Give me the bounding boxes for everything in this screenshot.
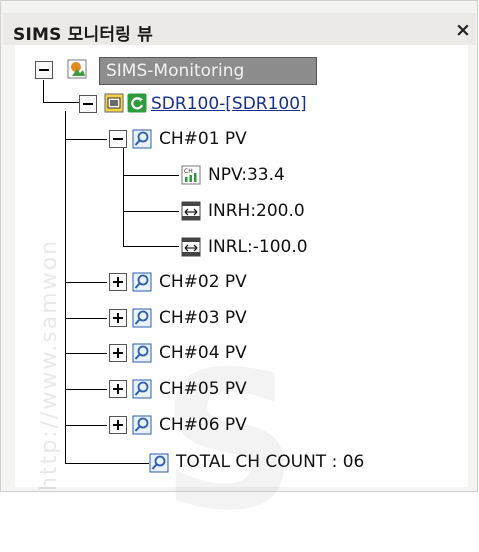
channel-label[interactable]: CH#02 PV bbox=[159, 272, 247, 292]
tree-line bbox=[43, 102, 79, 103]
expand-ch06-button[interactable] bbox=[109, 416, 127, 434]
channel-search-icon bbox=[132, 308, 152, 328]
tree-line bbox=[123, 175, 179, 176]
monitor-root-icon bbox=[67, 59, 87, 79]
tree-line bbox=[65, 353, 107, 354]
tree-line bbox=[65, 389, 107, 390]
collapse-ch01-button[interactable] bbox=[109, 130, 127, 148]
tree-line bbox=[65, 463, 149, 464]
channel-label[interactable]: CH#03 PV bbox=[159, 308, 247, 328]
refresh-icon[interactable] bbox=[127, 93, 147, 113]
range-icon bbox=[181, 201, 201, 221]
channel-label[interactable]: CH#05 PV bbox=[159, 379, 247, 399]
chart-icon: CH bbox=[181, 165, 201, 185]
tree-line bbox=[123, 148, 124, 246]
channel-search-icon bbox=[132, 343, 152, 363]
channel-search-icon bbox=[132, 272, 152, 292]
collapse-root-button[interactable] bbox=[35, 61, 53, 79]
device-icon bbox=[104, 93, 124, 113]
device-node-label[interactable]: SDR100-[SDR100] bbox=[151, 94, 307, 114]
channel-label[interactable]: CH#06 PV bbox=[159, 415, 247, 435]
svg-text:CH: CH bbox=[184, 168, 193, 175]
channel-search-icon bbox=[132, 415, 152, 435]
expand-ch02-button[interactable] bbox=[109, 273, 127, 291]
root-node-label: SIMS-Monitoring bbox=[106, 61, 245, 81]
watermark-logo: S bbox=[161, 331, 298, 552]
npv-value-label[interactable]: NPV:33.4 bbox=[208, 165, 285, 185]
collapse-device-button[interactable] bbox=[79, 95, 97, 113]
tree-line bbox=[123, 211, 179, 212]
tree-line bbox=[65, 282, 107, 283]
expand-ch03-button[interactable] bbox=[109, 309, 127, 327]
root-node-selected[interactable]: SIMS-Monitoring bbox=[99, 57, 317, 85]
monitoring-panel: SIMS 모니터링 뷰 × http://www.samwon S SIMS-M… bbox=[0, 0, 478, 552]
expand-ch05-button[interactable] bbox=[109, 380, 127, 398]
tree-line bbox=[123, 246, 179, 247]
channel-search-icon bbox=[132, 129, 152, 149]
panel-titlebar: SIMS 모니터링 뷰 × bbox=[3, 13, 476, 45]
tree-line bbox=[43, 80, 44, 102]
close-icon[interactable]: × bbox=[455, 19, 471, 41]
tree-line bbox=[65, 425, 107, 426]
tree-line bbox=[65, 139, 107, 140]
total-search-icon bbox=[149, 453, 169, 473]
channel-label[interactable]: CH#01 PV bbox=[159, 129, 247, 149]
watermark-text: http://www.samwon bbox=[37, 238, 62, 491]
tree-line bbox=[65, 111, 66, 463]
panel-title: SIMS 모니터링 뷰 bbox=[13, 25, 153, 45]
tree-line bbox=[65, 318, 107, 319]
expand-ch04-button[interactable] bbox=[109, 344, 127, 362]
inrl-value-label[interactable]: INRL:-100.0 bbox=[208, 237, 308, 257]
channel-search-icon bbox=[132, 379, 152, 399]
channel-label[interactable]: CH#04 PV bbox=[159, 343, 247, 363]
inrh-value-label[interactable]: INRH:200.0 bbox=[208, 201, 305, 221]
range-icon bbox=[181, 237, 201, 257]
total-count-label[interactable]: TOTAL CH COUNT : 06 bbox=[176, 452, 364, 472]
